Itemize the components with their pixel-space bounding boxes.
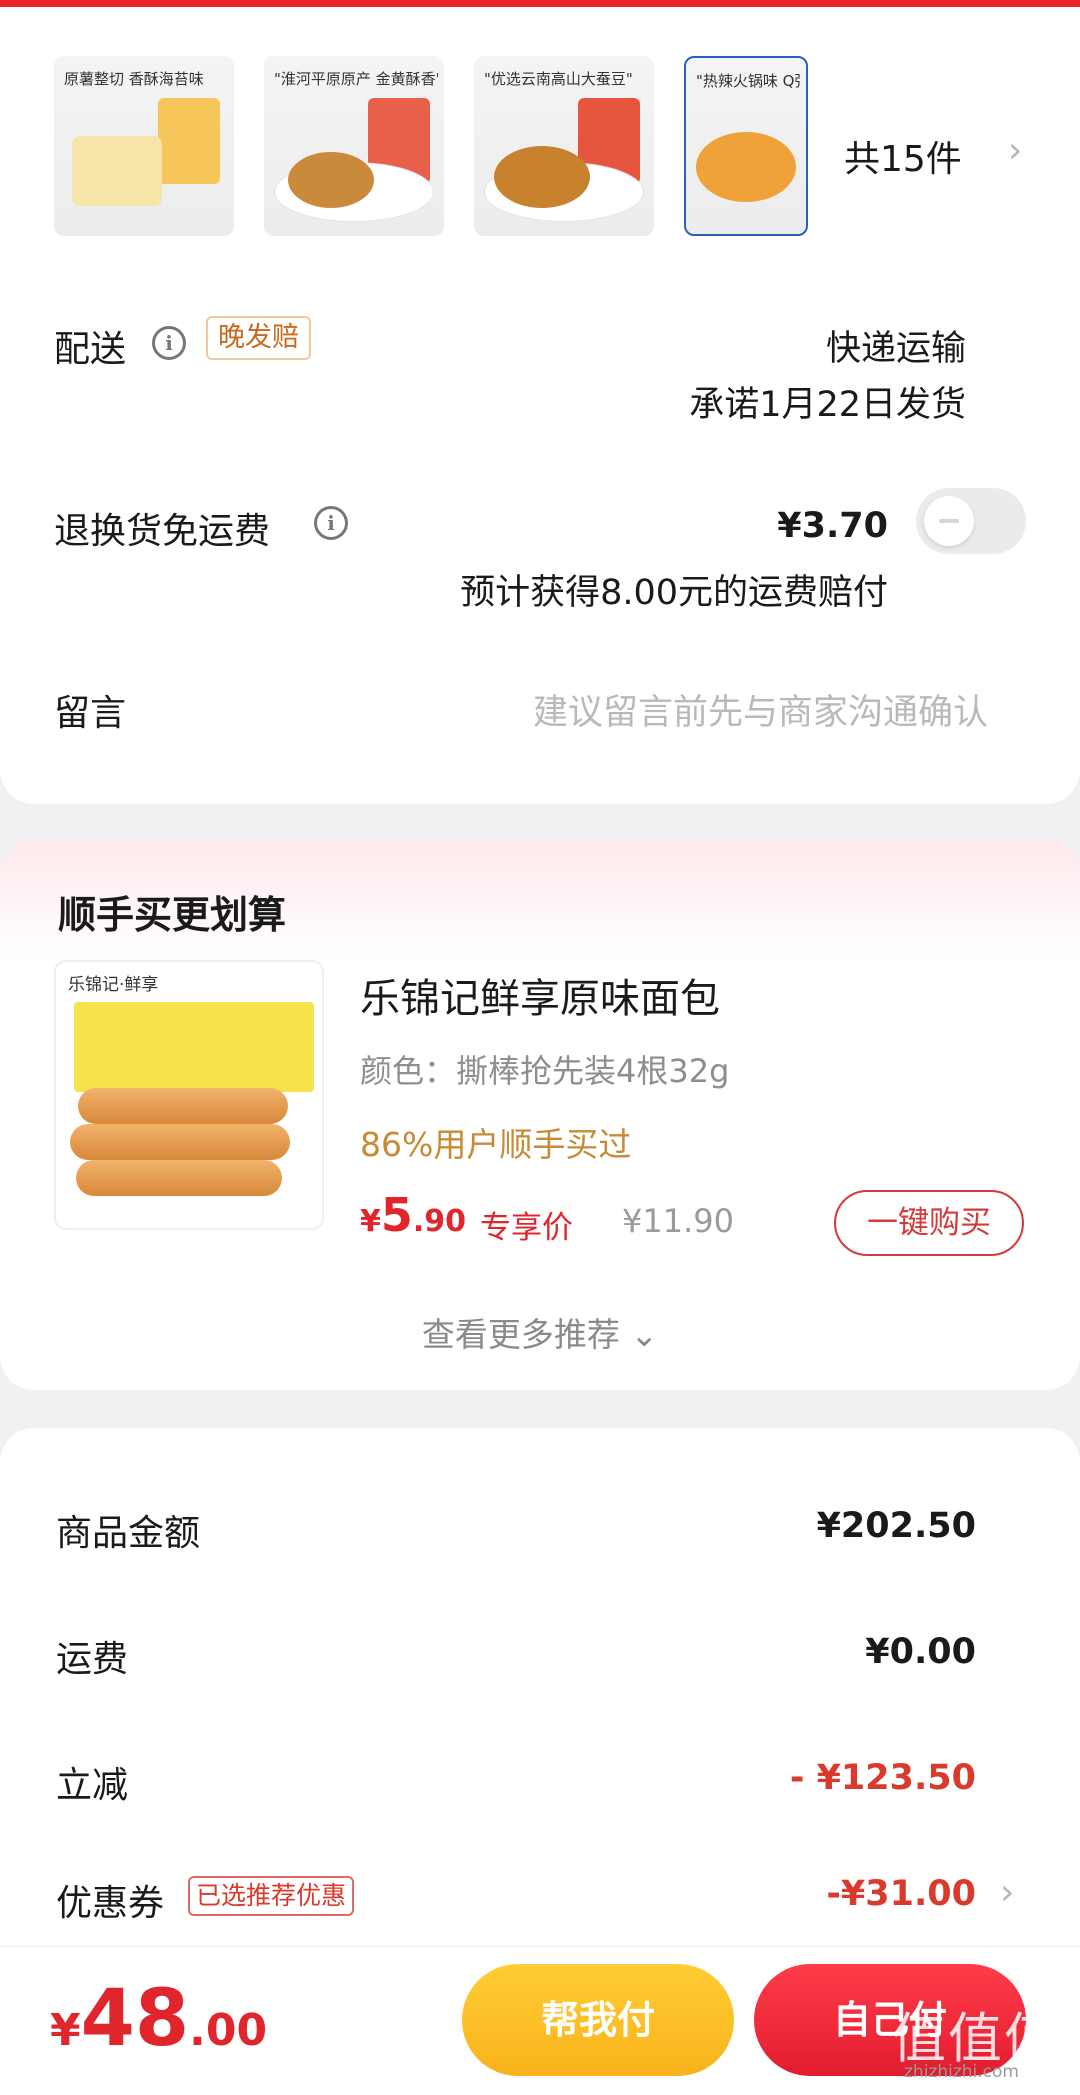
message-input[interactable]: 建议留言前先与商家沟通确认 [440,684,988,735]
instant-discount-value: - ¥123.50 [789,1758,976,1798]
help-me-pay-button[interactable]: 帮我付 [462,1964,734,2076]
bread-icon [70,1124,290,1160]
total-price: ¥48.00 [50,1974,267,2064]
chevron-right-icon: › [1008,130,1023,171]
total-symbol: ¥ [50,2005,81,2056]
exclusive-price-tag: 专享价 [480,1210,573,1246]
product-count: 共15件 [844,139,962,180]
product-thumb-4[interactable]: "热辣火锅味 Q弹" [684,56,808,236]
product-thumb-1[interactable]: 原薯整切 香酥海苔味 [54,56,234,236]
thumb-caption: 原薯整切 香酥海苔味 [64,70,204,88]
price-integer: 5 [380,1188,413,1242]
subtotal-value: ¥202.50 [816,1506,976,1546]
watermark: 值值值 zhizhizhi.com [888,1994,1068,2090]
shipping-fee-label: 运费 [56,1639,129,1680]
return-shipping-note: 预计获得8.00元的运费赔付 [460,573,888,613]
delivery-label: 配送 [54,329,127,370]
thumb-caption: "热辣火锅味 Q弹" [696,72,800,90]
total-integer: 48 [80,1974,190,2064]
watermark-url: zhizhizhi.com [904,2062,1019,2082]
addon-price-row: ¥5.90 专享价 ¥11.90 [360,1188,734,1248]
thumb-caption: "淮河平原原产 金黄酥香" [274,70,438,88]
price-symbol: ¥ [360,1204,381,1239]
instant-discount-label: 立减 [56,1765,129,1806]
message-label: 留言 [54,693,127,734]
chevron-right-icon[interactable]: › [1000,1872,1014,1913]
quail-egg-product-image [696,132,796,202]
product-count-link[interactable]: 共15件 › [808,126,1038,186]
info-icon[interactable]: i [314,506,348,540]
top-header-strip [0,0,1080,7]
bean-icon [494,146,590,208]
shipping-fee-value: ¥0.00 [865,1632,976,1672]
bread-product-image[interactable]: 乐锦记·鲜享 [54,960,324,1230]
price-decimal: .90 [412,1204,467,1239]
fries-icon [72,136,162,206]
bread-box-icon [74,1002,314,1092]
one-click-buy-button[interactable]: 一键购买 [834,1190,1024,1256]
coupon-value[interactable]: -¥31.00 [826,1874,976,1914]
info-icon[interactable]: i [152,326,186,360]
addon-product-spec: 颜色：撕棒抢先装4根32g [360,1052,730,1090]
original-price: ¥11.90 [622,1202,734,1240]
total-decimal: .00 [189,2005,268,2056]
product-thumb-2[interactable]: "淮河平原原产 金黄酥香" [264,56,444,236]
more-recommendations-link[interactable]: 查看更多推荐 ⌄ [300,1308,780,1356]
delivery-promise: 承诺1月22日发货 [689,385,966,425]
return-shipping-price: ¥3.70 [777,506,888,546]
bread-icon [78,1088,288,1124]
coupon-selected-tag: 已选推荐优惠 [188,1876,355,1916]
addon-social-proof: 86%用户顺手买过 [360,1125,632,1164]
late-ship-tag: 晚发赔 [206,316,311,360]
subtotal-label: 商品金额 [56,1513,201,1554]
fries-product-image [158,98,220,184]
coupon-label[interactable]: 优惠券 [56,1874,164,1926]
product-thumb-3[interactable]: "优选云南高山大蚕豆" [474,56,654,236]
thumb-caption: "优选云南高山大蚕豆" [484,70,633,88]
bread-icon [76,1160,282,1196]
brand-logo: 乐锦记·鲜享 [68,975,159,995]
return-shipping-toggle[interactable] [916,488,1026,554]
toggle-knob [924,496,974,546]
delivery-method: 快递运输 [825,329,966,369]
addon-product-name[interactable]: 乐锦记鲜享原味面包 [360,966,720,1024]
return-shipping-label: 退换货免运费 [54,511,271,552]
peanut-icon [288,152,374,208]
addon-section-title: 顺手买更划算 [58,893,287,937]
